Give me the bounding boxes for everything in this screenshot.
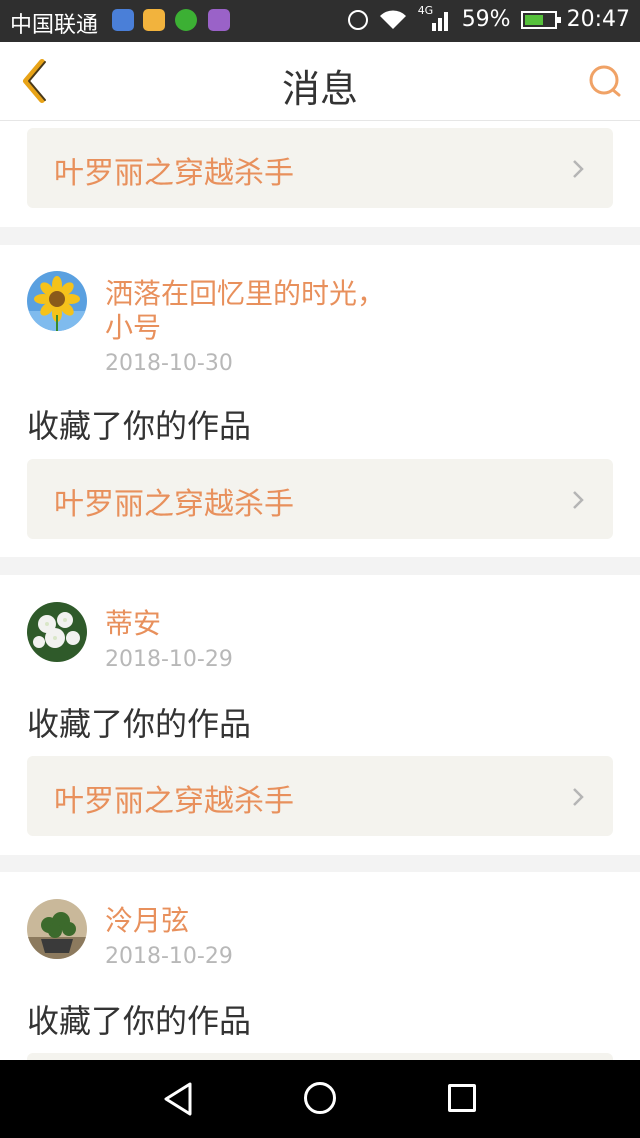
message-action: 收藏了你的作品	[27, 1002, 252, 1040]
nav-home-icon[interactable]	[304, 1082, 336, 1114]
work-title: 叶罗丽之穿越杀手	[54, 487, 294, 522]
user-name[interactable]: 蒂安	[105, 607, 161, 641]
gallery-icon	[208, 9, 230, 31]
search-icon	[589, 65, 621, 97]
system-nav-bar	[0, 1060, 640, 1138]
message-date: 2018-10-29	[105, 944, 233, 969]
status-bar: 中国联通 4G 59% 20:47	[0, 0, 640, 42]
cell-signal-icon: 4G	[418, 4, 452, 32]
message-card: 泠月弦 2018-10-29 收藏了你的作品	[0, 872, 640, 1060]
work-link[interactable]	[27, 1053, 613, 1060]
alarm-icon	[347, 9, 368, 30]
carrier-label: 中国联通	[10, 13, 99, 38]
work-link[interactable]: 叶罗丽之穿越杀手	[27, 756, 613, 836]
battery-percent: 59%	[461, 7, 511, 32]
nav-back-icon[interactable]	[160, 1080, 196, 1118]
location-icon	[112, 9, 134, 31]
work-title: 叶罗丽之穿越杀手	[54, 156, 294, 191]
wechat-icon	[175, 9, 197, 31]
work-link[interactable]: 叶罗丽之穿越杀手	[27, 128, 613, 208]
flowers-avatar-image	[27, 602, 87, 662]
message-action: 收藏了你的作品	[27, 705, 252, 743]
message-card: 蒂安 2018-10-29 收藏了你的作品 叶罗丽之穿越杀手	[0, 575, 640, 855]
user-name[interactable]: 泠月弦	[105, 904, 189, 938]
sunflower-avatar-image	[27, 271, 87, 331]
message-action: 收藏了你的作品	[27, 407, 252, 445]
bonsai-avatar-image	[27, 899, 87, 959]
chevron-right-icon	[573, 788, 584, 806]
user-name-line1: 洒落在回忆里的时光，	[105, 277, 386, 310]
weibo-icon	[143, 9, 165, 31]
message-card: 叶罗丽之穿越杀手	[0, 121, 640, 227]
status-right: 4G 59% 20:47	[347, 4, 630, 32]
battery-icon	[520, 10, 561, 29]
wifi-icon	[379, 9, 406, 29]
app-header: 消息	[0, 42, 640, 121]
user-name-line2: 小号	[105, 311, 162, 344]
work-link[interactable]: 叶罗丽之穿越杀手	[27, 459, 613, 539]
message-date: 2018-10-30	[105, 351, 233, 376]
message-date: 2018-10-29	[105, 647, 233, 672]
search-button[interactable]	[588, 64, 622, 98]
page-title: 消息	[281, 67, 358, 111]
chevron-right-icon	[573, 491, 584, 509]
nav-recent-apps-icon[interactable]	[448, 1084, 476, 1112]
user-name[interactable]: 洒落在回忆里的时光， 小号	[105, 277, 385, 345]
clock: 20:47	[566, 7, 630, 32]
avatar[interactable]	[27, 602, 87, 662]
work-title: 叶罗丽之穿越杀手	[54, 784, 294, 819]
chevron-right-icon	[573, 160, 584, 178]
message-card: 洒落在回忆里的时光， 小号 2018-10-30 收藏了你的作品 叶罗丽之穿越杀…	[0, 245, 640, 557]
message-list: 叶罗丽之穿越杀手 洒落在回忆里的时光， 小号 2018-10-30 收藏了你的作…	[0, 121, 640, 1060]
avatar[interactable]	[27, 271, 87, 331]
avatar[interactable]	[27, 899, 87, 959]
